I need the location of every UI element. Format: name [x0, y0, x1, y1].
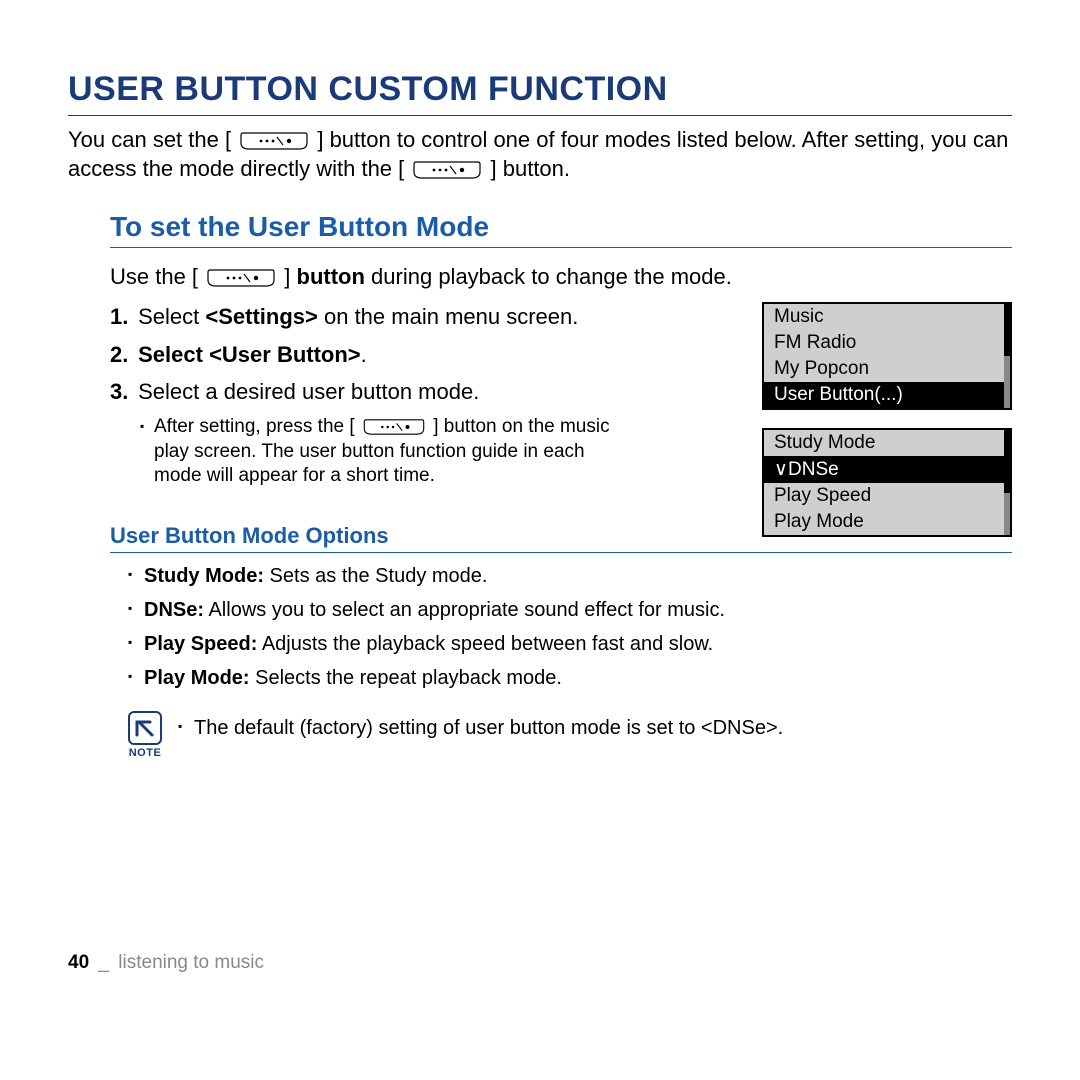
page-footer: 40 _ listening to music: [68, 952, 264, 974]
screen-preview-2: Study Mode ∨DNSe Play Speed Play Mode: [762, 428, 1012, 537]
option-2-text: Allows you to select an appropriate soun…: [204, 599, 725, 621]
lead-bold: button: [297, 264, 365, 289]
option-dnse: DNSe: Allows you to select an appropriat…: [128, 597, 1012, 623]
scrollbar: [1004, 304, 1010, 408]
screen-preview-1: Music FM Radio My Popcon User Button(...…: [762, 302, 1012, 410]
intro-text-a: You can set the [: [68, 127, 231, 152]
footer-section: listening to music: [118, 952, 264, 973]
lead-instruction: Use the [ ] button during playback to ch…: [110, 262, 1012, 292]
intro-paragraph: You can set the [ ] button to control on…: [68, 126, 1012, 183]
step-1-bold: <Settings>: [205, 304, 317, 329]
option-1-text: Sets as the Study mode.: [264, 565, 487, 587]
note-icon-wrap: NOTE: [128, 711, 162, 759]
screen2-item-dnse: ∨DNSe: [764, 456, 1010, 483]
step-2-num: 2.: [110, 340, 132, 370]
screen1-item-userbutton: User Button(...): [764, 382, 1010, 408]
check-icon: ∨: [774, 458, 788, 481]
note-icon: [128, 711, 162, 745]
option-play-speed: Play Speed: Adjusts the playback speed b…: [128, 631, 1012, 657]
screen2-item-studymode: Study Mode: [764, 430, 1010, 456]
option-4-bold: Play Mode:: [144, 667, 250, 689]
step-3-bullet: After setting, press the [ ] button on t…: [140, 415, 614, 489]
lead-c: during playback to change the mode.: [365, 264, 732, 289]
bullet-a: After setting, press the [: [154, 416, 355, 437]
step-1-num: 1.: [110, 302, 132, 332]
option-3-bold: Play Speed:: [144, 633, 257, 655]
screen1-item-fmradio: FM Radio: [764, 330, 1010, 356]
option-2-bold: DNSe:: [144, 599, 204, 621]
step-1-a: Select: [138, 304, 205, 329]
screen1-item-music: Music: [764, 304, 1010, 330]
step-3-a: Select a desired user button mode.: [138, 379, 479, 404]
page-number: 40: [68, 952, 89, 973]
step-1-b: on the main menu screen.: [318, 304, 578, 329]
screen2-dnse-label: DNSe: [788, 459, 839, 480]
lead-b: ]: [284, 264, 296, 289]
option-play-mode: Play Mode: Selects the repeat playback m…: [128, 665, 1012, 691]
scrollbar: [1004, 430, 1010, 535]
note-text: The default (factory) setting of user bu…: [178, 715, 783, 741]
user-button-icon: [412, 160, 482, 180]
intro-text-c: ] button.: [491, 156, 571, 181]
scrollbar-thumb: [1004, 430, 1010, 493]
scrollbar-thumb: [1004, 304, 1010, 356]
user-button-icon: [206, 268, 276, 288]
user-button-icon: [239, 131, 309, 151]
step-2-a: Select: [138, 342, 209, 367]
screen2-item-playspeed: Play Speed: [764, 483, 1010, 509]
main-title: USER BUTTON CUSTOM FUNCTION: [68, 70, 1012, 116]
step-2-b: .: [361, 342, 367, 367]
option-3-text: Adjusts the playback speed between fast …: [257, 633, 713, 655]
note-label: NOTE: [128, 747, 162, 759]
screen2-item-playmode: Play Mode: [764, 509, 1010, 535]
user-button-icon: [362, 418, 426, 436]
option-4-text: Selects the repeat playback mode.: [250, 667, 562, 689]
step-2-bold: <User Button>: [209, 342, 361, 367]
lead-a: Use the [: [110, 264, 198, 289]
option-study-mode: Study Mode: Sets as the Study mode.: [128, 563, 1012, 589]
option-1-bold: Study Mode:: [144, 565, 264, 587]
step-3-num: 3.: [110, 377, 132, 407]
screen1-item-popcon: My Popcon: [764, 356, 1010, 382]
footer-sep: _: [98, 952, 109, 973]
section-title-set-mode: To set the User Button Mode: [110, 211, 1012, 248]
